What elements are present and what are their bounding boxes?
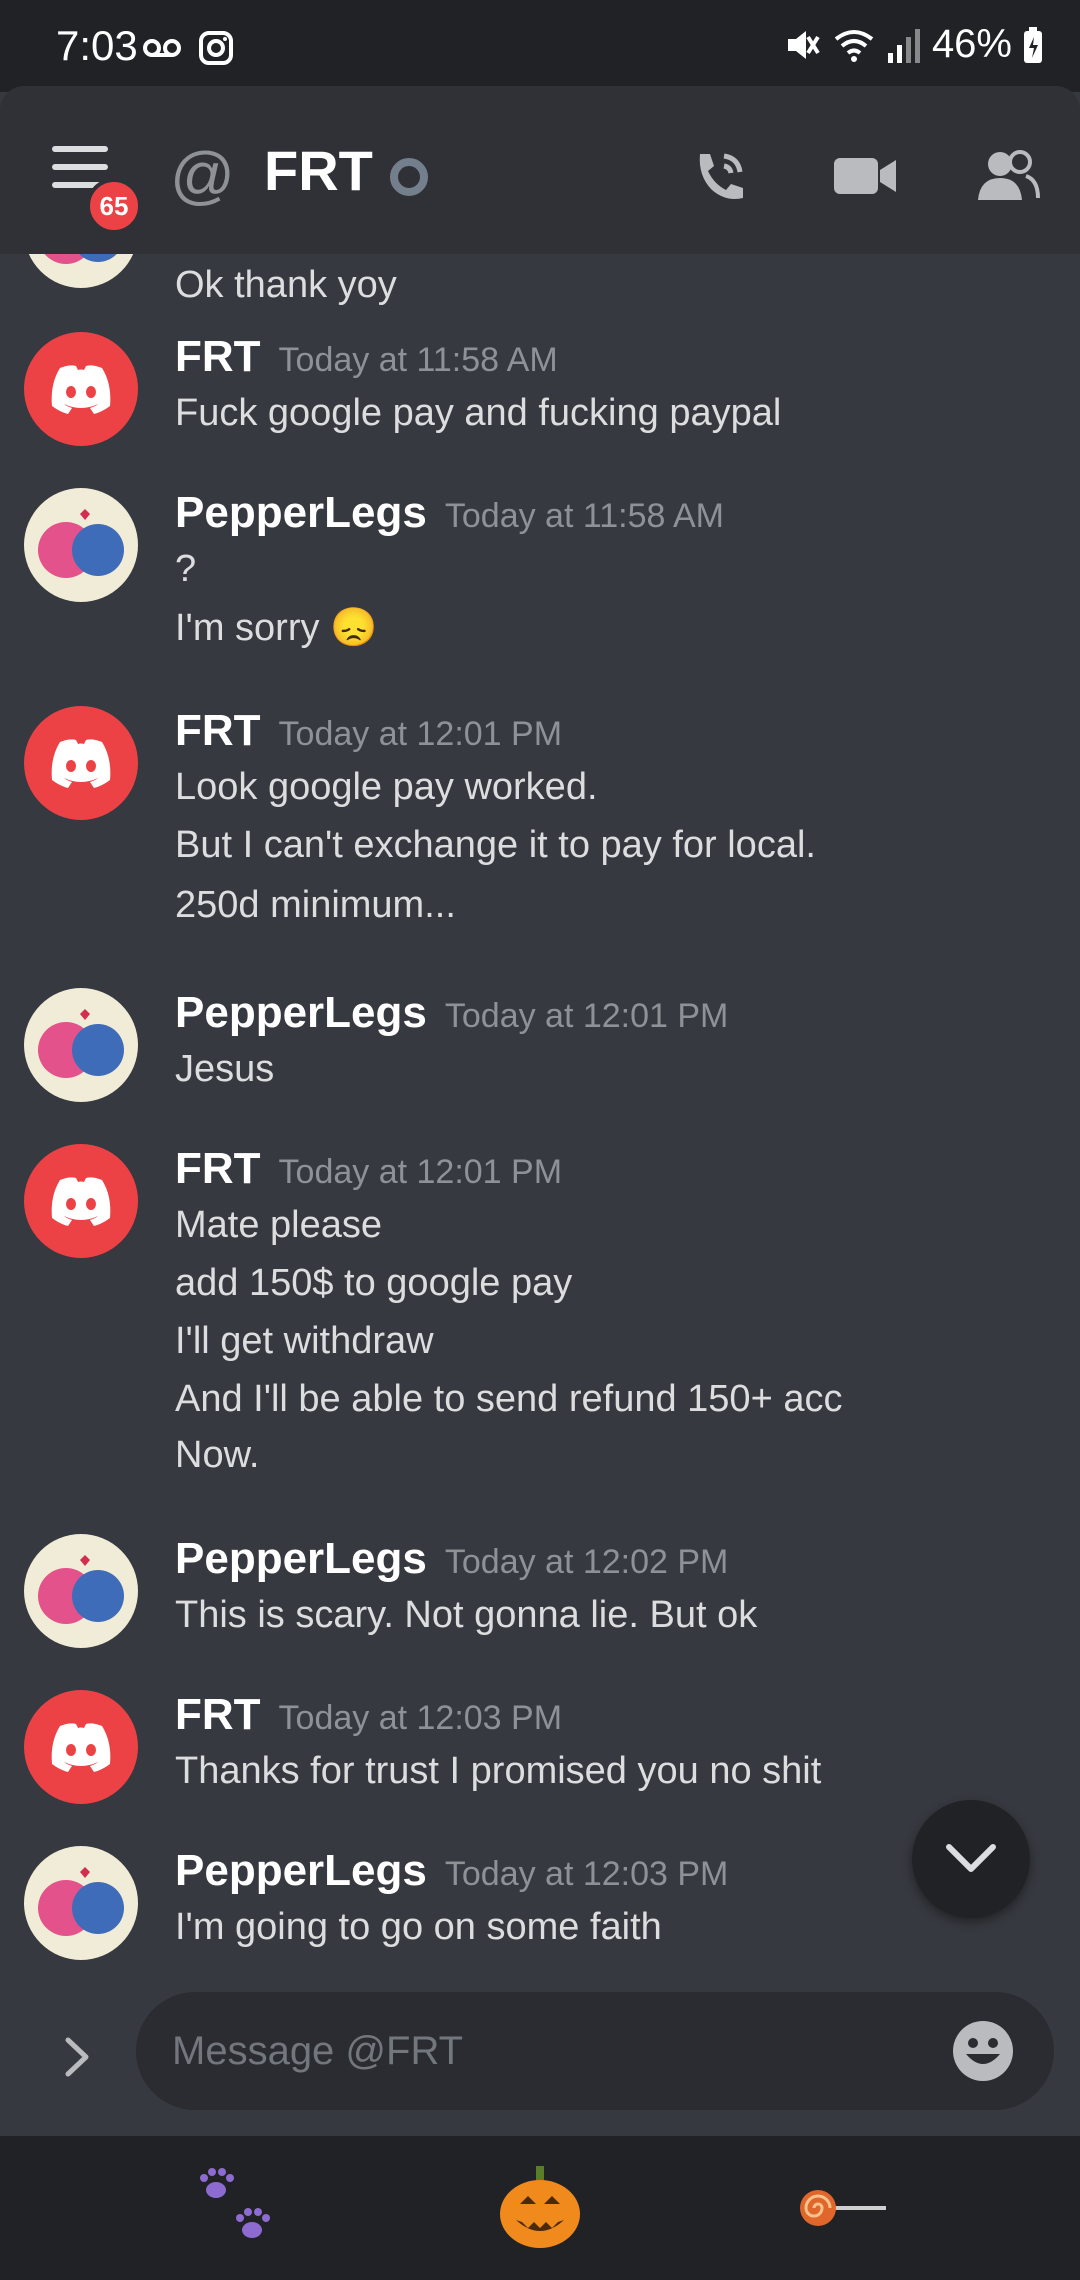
emoji-icon[interactable] [950, 2018, 1016, 2084]
message-line: And I'll be able to send refund 150+ acc [175, 1378, 843, 1420]
chevron-down-icon [946, 1844, 996, 1872]
avatar-frt[interactable] [24, 332, 138, 446]
lollipop-icon[interactable] [790, 2158, 890, 2258]
phone-call-icon[interactable] [686, 146, 756, 206]
pepperlegs-avatar-icon [38, 1867, 124, 1936]
members-icon[interactable] [972, 146, 1042, 206]
page-title: FRT [264, 139, 373, 202]
message-line: This is scary. Not gonna lie. But ok [175, 1594, 758, 1636]
message-author[interactable]: FRT Today at 12:03 PM [175, 1690, 562, 1740]
status-right: 46% [782, 22, 1044, 67]
instagram-icon [199, 31, 234, 65]
offline-status-icon [390, 158, 428, 196]
battery-icon [1024, 26, 1042, 63]
avatar-pepperlegs[interactable] [24, 1846, 138, 1960]
avatar-pepperlegs[interactable] [24, 1534, 138, 1648]
message-line: Fuck google pay and fucking paypal [175, 392, 782, 434]
message-line: But I can't exchange it to pay for local… [175, 824, 816, 866]
avatar-frt[interactable] [24, 1144, 138, 1258]
mute-icon [787, 30, 820, 59]
discord-logo-icon [51, 365, 111, 414]
at-icon: @ [170, 139, 235, 211]
message-line: I'm sorry 😞 [175, 607, 378, 649]
message-line: Thanks for trust I promised you no shit [175, 1750, 822, 1792]
message-timestamp: Today at 11:58 AM [444, 497, 724, 535]
message-line: Ok thank yoy [175, 264, 397, 306]
message-line: I'm going to go on some faith [175, 1906, 662, 1948]
video-camera-icon[interactable] [830, 146, 900, 206]
message-timestamp: Today at 12:01 PM [278, 715, 563, 753]
message-timestamp: Today at 12:03 PM [444, 1855, 729, 1893]
pepperlegs-avatar-icon [38, 509, 124, 578]
discord-logo-icon [51, 1723, 111, 1772]
message-line: 250d minimum... [175, 884, 456, 926]
message-line: add 150$ to google pay [175, 1262, 573, 1304]
avatar-frt[interactable] [24, 706, 138, 820]
paw-prints-icon[interactable] [190, 2158, 290, 2258]
avatar-pepperlegs[interactable] [24, 988, 138, 1102]
message-line: I'll get withdraw [175, 1320, 434, 1362]
pepperlegs-avatar-icon [44, 254, 117, 264]
pepperlegs-avatar-icon [38, 1009, 124, 1078]
message-author[interactable]: PepperLegs Today at 12:02 PM [175, 1534, 728, 1584]
message-line: Mate please [175, 1204, 383, 1246]
avatar-pepperlegs[interactable] [24, 488, 138, 602]
avatar-pepperlegs[interactable] [24, 254, 138, 288]
message-input[interactable] [136, 1992, 1054, 2110]
message-author[interactable]: FRT Today at 11:58 AM [175, 332, 558, 382]
message-author[interactable]: FRT Today at 12:01 PM [175, 1144, 562, 1194]
battery-percent: 46% [931, 22, 1012, 66]
message-timestamp: Today at 11:58 AM [278, 341, 558, 379]
jack-o-lantern-icon[interactable] [490, 2158, 590, 2258]
channel-header: 65 @ FRT [0, 86, 1080, 254]
status-time: 7:03 [56, 22, 138, 69]
message-line: Look google pay worked. [175, 766, 598, 808]
wifi-icon [834, 29, 874, 62]
message-timestamp: Today at 12:01 PM [444, 997, 729, 1035]
message-timestamp: Today at 12:02 PM [444, 1543, 729, 1581]
signal-icon [887, 28, 920, 63]
message-timestamp: Today at 12:01 PM [278, 1153, 563, 1191]
chevron-right-icon[interactable] [52, 2032, 102, 2082]
status-left-icons [142, 28, 236, 73]
message-author[interactable]: PepperLegs Today at 12:03 PM [175, 1846, 728, 1896]
message-author[interactable]: PepperLegs Today at 12:01 PM [175, 988, 728, 1038]
discord-logo-icon [51, 739, 111, 788]
message-author[interactable]: PepperLegs Today at 11:58 AM [175, 488, 724, 538]
jump-to-bottom-button[interactable] [912, 1800, 1030, 1918]
message-line: Jesus [175, 1048, 275, 1090]
composer-bar [0, 1984, 1080, 2136]
notification-badge: 65 [86, 178, 142, 234]
message-line: ? [175, 548, 197, 590]
message-line: Now. [175, 1434, 260, 1476]
message-timestamp: Today at 12:03 PM [278, 1699, 563, 1737]
message-author[interactable]: FRT Today at 12:01 PM [175, 706, 562, 756]
voicemail-icon [143, 39, 181, 57]
bottom-nav [0, 2136, 1080, 2280]
discord-logo-icon [51, 1177, 111, 1226]
message-list[interactable]: Ok thank yoy FRT Today at 11:58 AM Fuck g… [0, 254, 1080, 1984]
pepperlegs-avatar-icon [38, 1555, 124, 1624]
avatar-frt[interactable] [24, 1690, 138, 1804]
status-bar: 7:03 46% [0, 0, 1080, 92]
